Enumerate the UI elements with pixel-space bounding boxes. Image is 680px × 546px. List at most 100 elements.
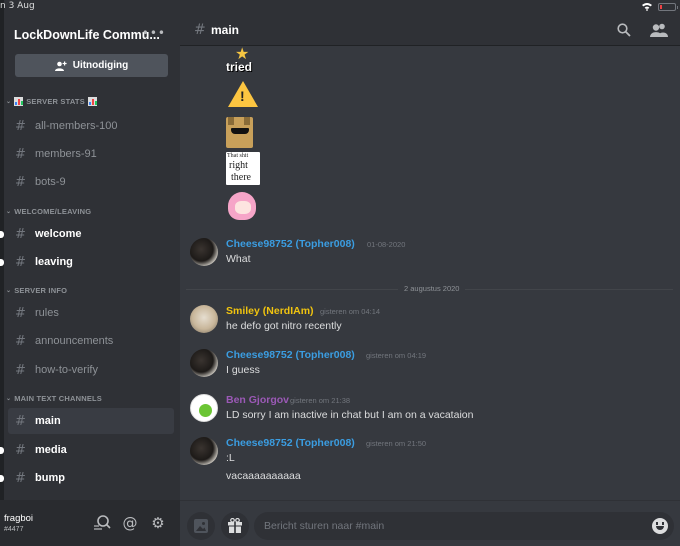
discord-app: LockDownLife Commu... ••• Uitnodiging ⌄ … [0, 0, 680, 546]
channel-name: how-to-verify [35, 364, 98, 376]
hash-icon: # [15, 470, 26, 486]
message-author[interactable]: Smiley (NerdIAm) [226, 305, 314, 317]
sticker-line: right [229, 160, 248, 171]
hash-icon: # [194, 22, 206, 38]
user-discriminator: #4477 [4, 526, 24, 533]
message-text: What [226, 253, 251, 265]
add-user-icon [54, 61, 67, 71]
channel-sidebar: LockDownLife Commu... ••• Uitnodiging ⌄ … [0, 0, 180, 546]
hash-icon: # [15, 174, 26, 190]
channel-announcements[interactable]: # announcements [8, 330, 174, 352]
invite-label: Uitnodiging [72, 60, 129, 71]
message-author[interactable]: Cheese98752 (Topher008) [226, 349, 355, 361]
hash-icon: # [15, 305, 26, 321]
message-timestamp: gisteren om 04:14 [320, 307, 381, 316]
hash-icon: # [15, 254, 26, 270]
gift-icon [228, 518, 242, 533]
channel-name: media [35, 444, 67, 456]
avatar[interactable] [190, 305, 218, 333]
message-text: I guess [226, 364, 260, 376]
members-icon[interactable] [650, 23, 668, 37]
channel-members-91[interactable]: # members-91 [8, 143, 174, 165]
hash-icon: # [15, 442, 26, 458]
emoji-icon[interactable] [652, 518, 668, 534]
channel-rules[interactable]: # rules [8, 302, 174, 324]
message-timestamp: gisteren om 21:38 [290, 396, 351, 405]
message-text: :L [226, 452, 235, 464]
chevron-down-icon: ⌄ [6, 209, 12, 215]
category-welcome-leaving[interactable]: ⌄ WELCOME/LEAVING [6, 207, 91, 216]
status-time: n 3 Aug [0, 1, 35, 11]
settings-gear-icon[interactable]: ⚙ [149, 514, 167, 532]
category-server-info[interactable]: ⌄ SERVER INFO [6, 286, 67, 295]
category-main-text-channels[interactable]: ⌄ MAIN TEXT CHANNELS [6, 394, 102, 403]
message-author[interactable]: Ben Gjorgov [226, 394, 289, 406]
avatar[interactable] [190, 349, 218, 377]
channel-name: announcements [35, 335, 114, 347]
message-text: vacaaaaaaaaaa [226, 470, 301, 482]
sticker-line: there [231, 172, 251, 183]
that-shit-right-there-sticker: That shit right there [226, 152, 260, 185]
doge-ear [244, 117, 250, 125]
message-list[interactable]: ★ tried ! That shit right there Cheese98… [180, 46, 680, 500]
ellipsis-icon[interactable]: ••• [142, 26, 166, 40]
chat-area: # main ★ tried ! That shit right there C… [180, 0, 680, 546]
sunglasses-icon [231, 128, 249, 134]
hash-icon: # [15, 362, 26, 378]
date-divider: 2 augustus 2020 [186, 284, 673, 294]
message-author[interactable]: Cheese98752 (Topher008) [226, 437, 355, 449]
message-author[interactable]: Cheese98752 (Topher008) [226, 238, 355, 250]
channel-bots-9[interactable]: # bots-9 [8, 171, 174, 193]
category-label: WELCOME/LEAVING [14, 207, 92, 216]
wifi-icon [642, 3, 652, 11]
hash-icon: # [15, 146, 26, 162]
message-input[interactable]: Bericht sturen naar #main [254, 512, 674, 540]
message-text: LD sorry I am inactive in chat but I am … [226, 409, 474, 421]
you-tried-sticker: ★ tried [226, 46, 260, 76]
channel-how-to-verify[interactable]: # how-to-verify [8, 359, 174, 381]
battery-icon [658, 3, 678, 11]
channel-name: members-91 [35, 148, 97, 160]
mention-icon[interactable]: @ [121, 514, 139, 532]
guild-name: LockDownLife Commu... [14, 28, 160, 42]
channel-title: main [211, 23, 240, 37]
avatar[interactable] [190, 437, 218, 465]
message-timestamp: gisteren om 21:50 [366, 439, 427, 448]
guild-header[interactable]: LockDownLife Commu... ••• [14, 26, 174, 44]
channel-name: bump [35, 472, 65, 484]
channel-leaving[interactable]: # leaving [0, 251, 174, 273]
doge-sunglasses-sticker [226, 117, 253, 148]
message-composer: Bericht sturen naar #main [180, 500, 680, 546]
avatar[interactable] [190, 238, 218, 266]
channel-name: main [35, 415, 61, 427]
channel-name: leaving [35, 256, 73, 268]
channel-all-members-100[interactable]: # all-members-100 [8, 115, 174, 137]
sticker-text: tried [226, 60, 253, 74]
warning-sticker: ! [226, 79, 260, 111]
category-label: MAIN TEXT CHANNELS [14, 394, 103, 403]
category-label: SERVER INFO [14, 286, 68, 295]
search-friends-icon[interactable] [93, 514, 111, 532]
avatar[interactable] [190, 394, 218, 422]
anime-girl-sticker [226, 190, 260, 222]
channel-name: bots-9 [35, 176, 66, 188]
doge-ear [228, 117, 234, 125]
channel-welcome[interactable]: # welcome [0, 223, 174, 245]
channel-main[interactable]: # main [8, 408, 174, 434]
category-label: SERVER STATS [26, 97, 85, 106]
username[interactable]: fragboi [4, 513, 33, 524]
anime-face [235, 201, 251, 214]
status-bar: n 3 Aug [0, 0, 680, 14]
message-timestamp: gisteren om 04:19 [366, 351, 427, 360]
category-server-stats[interactable]: ⌄ SERVER STATS [6, 97, 97, 106]
channel-name: all-members-100 [35, 120, 118, 132]
search-icon[interactable] [617, 23, 631, 37]
invite-button[interactable]: Uitnodiging [15, 54, 168, 77]
image-upload-button[interactable] [187, 512, 215, 540]
gift-button[interactable] [221, 512, 249, 540]
channel-media[interactable]: # media [0, 439, 174, 461]
bar-chart-emoji-icon [14, 97, 24, 106]
hash-icon: # [15, 226, 26, 242]
channel-bump[interactable]: # bump [0, 467, 174, 489]
message-text: he defo got nitro recently [226, 320, 342, 332]
